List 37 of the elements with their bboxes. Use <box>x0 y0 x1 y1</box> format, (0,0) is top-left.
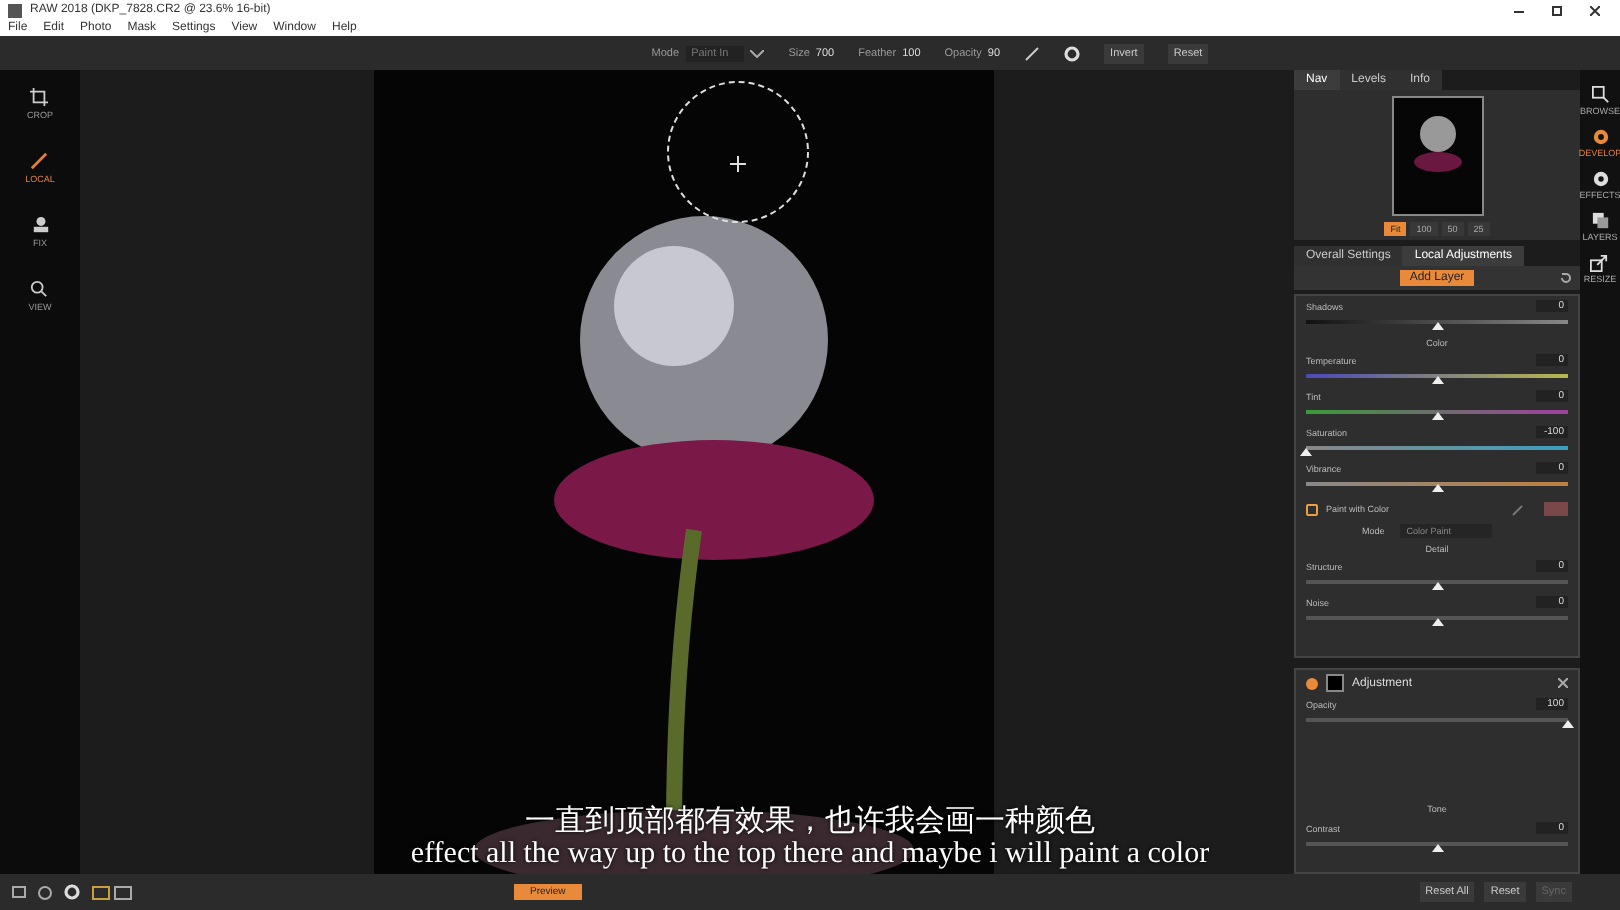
close-icon[interactable] <box>1590 5 1600 15</box>
brush-icon <box>30 152 49 170</box>
subtitle-caption: 一直到顶部都有效果，也许我会画一种颜色 <box>525 801 1095 837</box>
subtitle-caption: effect all the way up to the top there and maybe i will paint a color <box>410 837 1210 870</box>
crop-icon <box>30 88 49 106</box>
visibility-dot-icon[interactable] <box>1306 677 1318 689</box>
navigator-thumbnail[interactable] <box>1391 96 1483 216</box>
eyedropper-icon[interactable] <box>1512 503 1524 515</box>
minimize-icon[interactable] <box>1514 5 1524 15</box>
close-icon[interactable] <box>1558 678 1568 688</box>
chevron-down-icon[interactable] <box>750 49 765 57</box>
aperture-icon <box>1591 128 1609 146</box>
magic-wand-icon[interactable] <box>1024 45 1041 61</box>
restore-icon[interactable] <box>1552 5 1562 15</box>
mask-thumbnail <box>1326 674 1344 692</box>
slider-thumb[interactable] <box>1431 582 1443 590</box>
search-icon <box>30 280 49 298</box>
slider-thumb[interactable] <box>1431 376 1443 384</box>
compare-view-icon[interactable] <box>92 885 132 899</box>
layers-icon <box>1591 212 1609 230</box>
slider-thumb[interactable] <box>1431 484 1443 492</box>
app-logo-icon <box>8 3 22 17</box>
slider-thumb[interactable] <box>1431 322 1443 330</box>
slider-thumb[interactable] <box>1431 844 1443 852</box>
slider-thumb[interactable] <box>1431 412 1443 420</box>
slider-thumb[interactable] <box>1431 618 1443 626</box>
settings-icon[interactable] <box>1064 45 1081 61</box>
brush-cursor-icon <box>666 80 810 224</box>
undo-icon[interactable] <box>1560 272 1572 284</box>
settings-icon[interactable] <box>64 884 80 900</box>
search-icon <box>1591 86 1609 104</box>
resize-icon <box>1590 254 1609 272</box>
checkbox[interactable] <box>1306 503 1318 515</box>
slider-thumb[interactable] <box>1300 448 1312 456</box>
color-swatch[interactable] <box>1544 502 1568 516</box>
stamp-icon <box>31 216 49 234</box>
panel-icon[interactable] <box>12 886 26 898</box>
